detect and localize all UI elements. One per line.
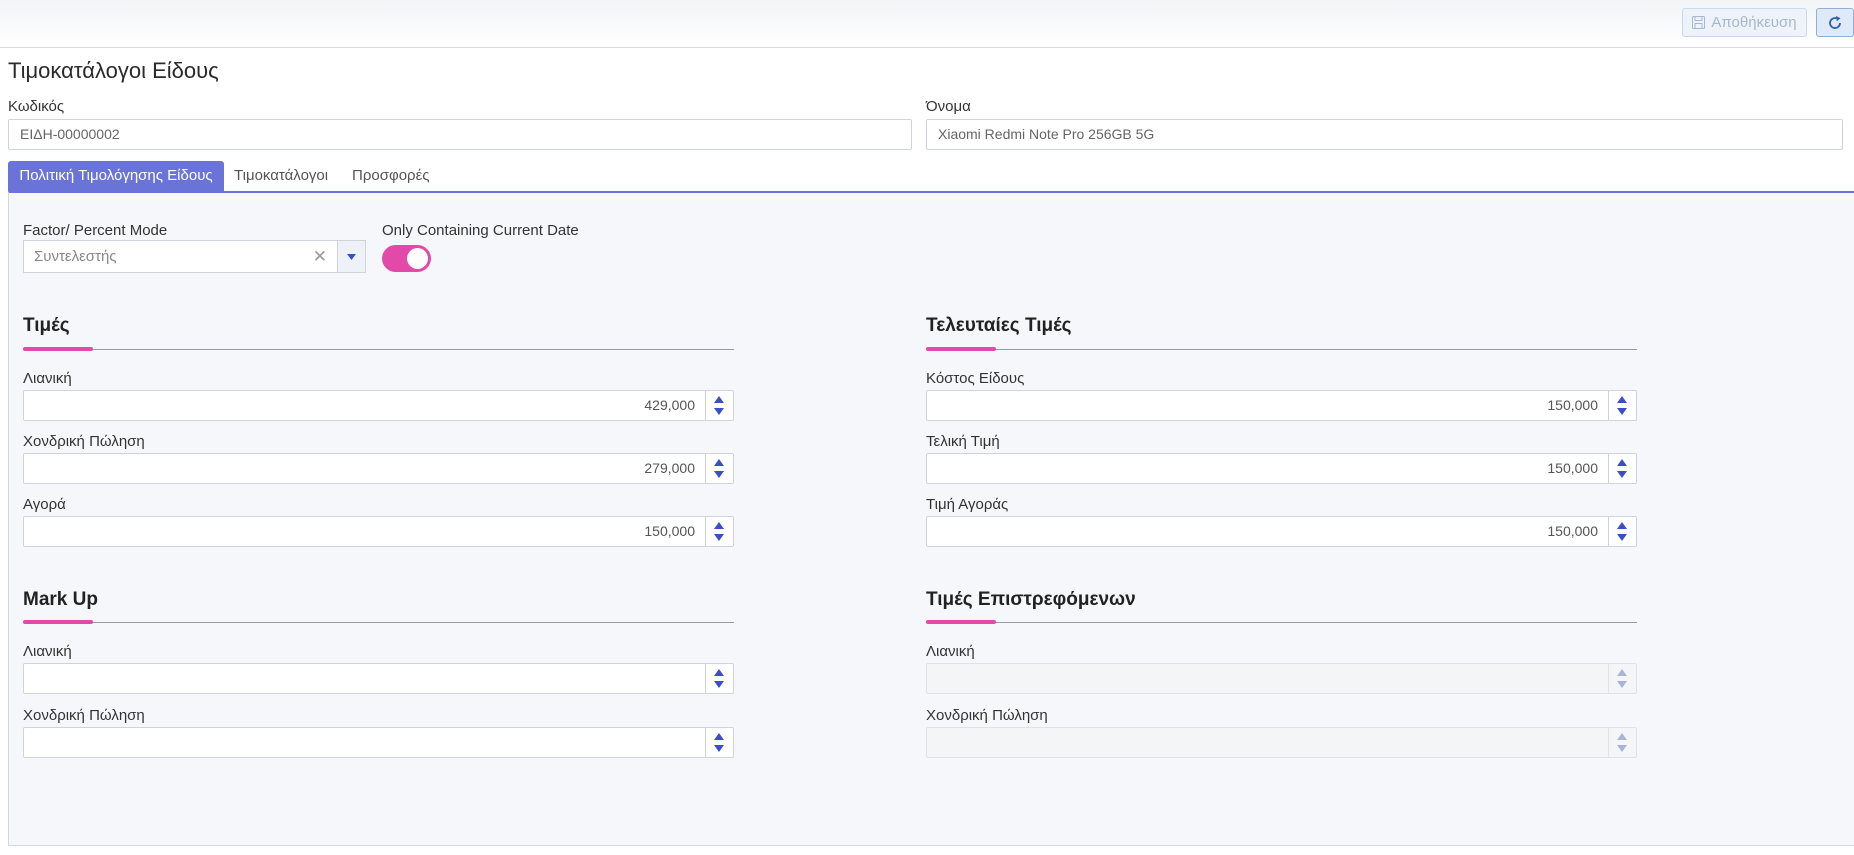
page-title: Τιμοκατάλογοι Είδους: [8, 58, 219, 83]
current-date-label: Only Containing Current Date: [382, 222, 579, 239]
section-divider: [23, 622, 734, 623]
number-stepper[interactable]: [705, 454, 733, 483]
wholesale-price-label: Χονδρική Πώληση: [23, 433, 145, 450]
number-stepper[interactable]: [705, 517, 733, 546]
number-stepper[interactable]: [705, 664, 733, 693]
section-divider: [926, 622, 1637, 623]
name-field[interactable]: Xiaomi Redmi Note Pro 256GB 5G: [926, 119, 1843, 150]
tab-offers[interactable]: Προσφορές: [352, 161, 429, 191]
final-price-value: 150,000: [1547, 460, 1598, 476]
purchase-price-input[interactable]: 150,000: [23, 516, 734, 547]
mode-label: Factor/ Percent Mode: [23, 222, 168, 239]
markup-section-title: Mark Up: [23, 589, 98, 610]
section-accent: [23, 347, 93, 351]
wholesale-price-input[interactable]: 279,000: [23, 453, 734, 484]
save-button[interactable]: Αποθήκευση: [1682, 8, 1807, 37]
section-accent: [23, 620, 93, 624]
number-stepper: [1608, 664, 1636, 693]
refresh-button[interactable]: [1816, 8, 1854, 37]
returns-retail-input: [926, 663, 1637, 694]
number-stepper[interactable]: [1608, 517, 1636, 546]
chevron-down-icon[interactable]: [337, 241, 365, 272]
number-stepper[interactable]: [705, 391, 733, 420]
number-stepper[interactable]: [1608, 391, 1636, 420]
item-cost-input[interactable]: 150,000: [926, 390, 1637, 421]
toggle-knob: [407, 248, 428, 269]
final-price-input[interactable]: 150,000: [926, 453, 1637, 484]
purchase-price-label: Αγορά: [23, 496, 66, 513]
purchase-price-value: 150,000: [644, 523, 695, 539]
current-date-toggle[interactable]: [382, 245, 431, 272]
last-purchase-price-value: 150,000: [1547, 523, 1598, 539]
retail-price-input[interactable]: 429,000: [23, 390, 734, 421]
markup-wholesale-input[interactable]: [23, 727, 734, 758]
code-field[interactable]: ΕΙΔΗ-00000002: [8, 119, 912, 150]
tab-pricing-policy[interactable]: Πολιτική Τιμολόγησης Είδους: [8, 161, 224, 191]
prices-section-title: Τιμές: [23, 315, 70, 336]
mode-select-value: Συντελεστής: [34, 248, 117, 265]
retail-price-value: 429,000: [644, 397, 695, 413]
returns-wholesale-input: [926, 727, 1637, 758]
floppy-disk-icon: [1692, 16, 1706, 29]
section-accent: [926, 347, 996, 351]
retail-price-label: Λιανική: [23, 370, 72, 387]
save-button-label: Αποθήκευση: [1711, 14, 1797, 31]
markup-retail-input[interactable]: [23, 663, 734, 694]
wholesale-price-value: 279,000: [644, 460, 695, 476]
last-purchase-price-input[interactable]: 150,000: [926, 516, 1637, 547]
final-price-label: Τελική Τιμή: [926, 433, 1000, 450]
number-stepper[interactable]: [1608, 454, 1636, 483]
returns-retail-label: Λιανική: [926, 643, 975, 660]
tab-price-lists[interactable]: Τιμοκατάλογοι: [234, 161, 328, 191]
markup-retail-label: Λιανική: [23, 643, 72, 660]
refresh-icon: [1829, 15, 1841, 29]
clear-icon[interactable]: ✕: [313, 241, 327, 272]
last-prices-section-title: Τελευταίες Τιμές: [926, 315, 1072, 336]
markup-wholesale-label: Χονδρική Πώληση: [23, 707, 145, 724]
section-divider: [926, 349, 1637, 350]
name-label: Όνομα: [926, 98, 971, 115]
returns-wholesale-label: Χονδρική Πώληση: [926, 707, 1048, 724]
item-cost-label: Κόστος Είδους: [926, 370, 1025, 387]
number-stepper[interactable]: [705, 728, 733, 757]
returns-section-title: Τιμές Επιστρεφόμενων: [926, 589, 1136, 610]
last-purchase-price-label: Τιμή Αγοράς: [926, 496, 1009, 513]
number-stepper: [1608, 728, 1636, 757]
code-label: Κωδικός: [8, 98, 65, 115]
section-accent: [926, 620, 996, 624]
mode-select[interactable]: Συντελεστής ✕: [23, 240, 366, 273]
section-divider: [23, 349, 734, 350]
item-cost-value: 150,000: [1547, 397, 1598, 413]
top-toolbar: Αποθήκευση: [0, 0, 1854, 48]
